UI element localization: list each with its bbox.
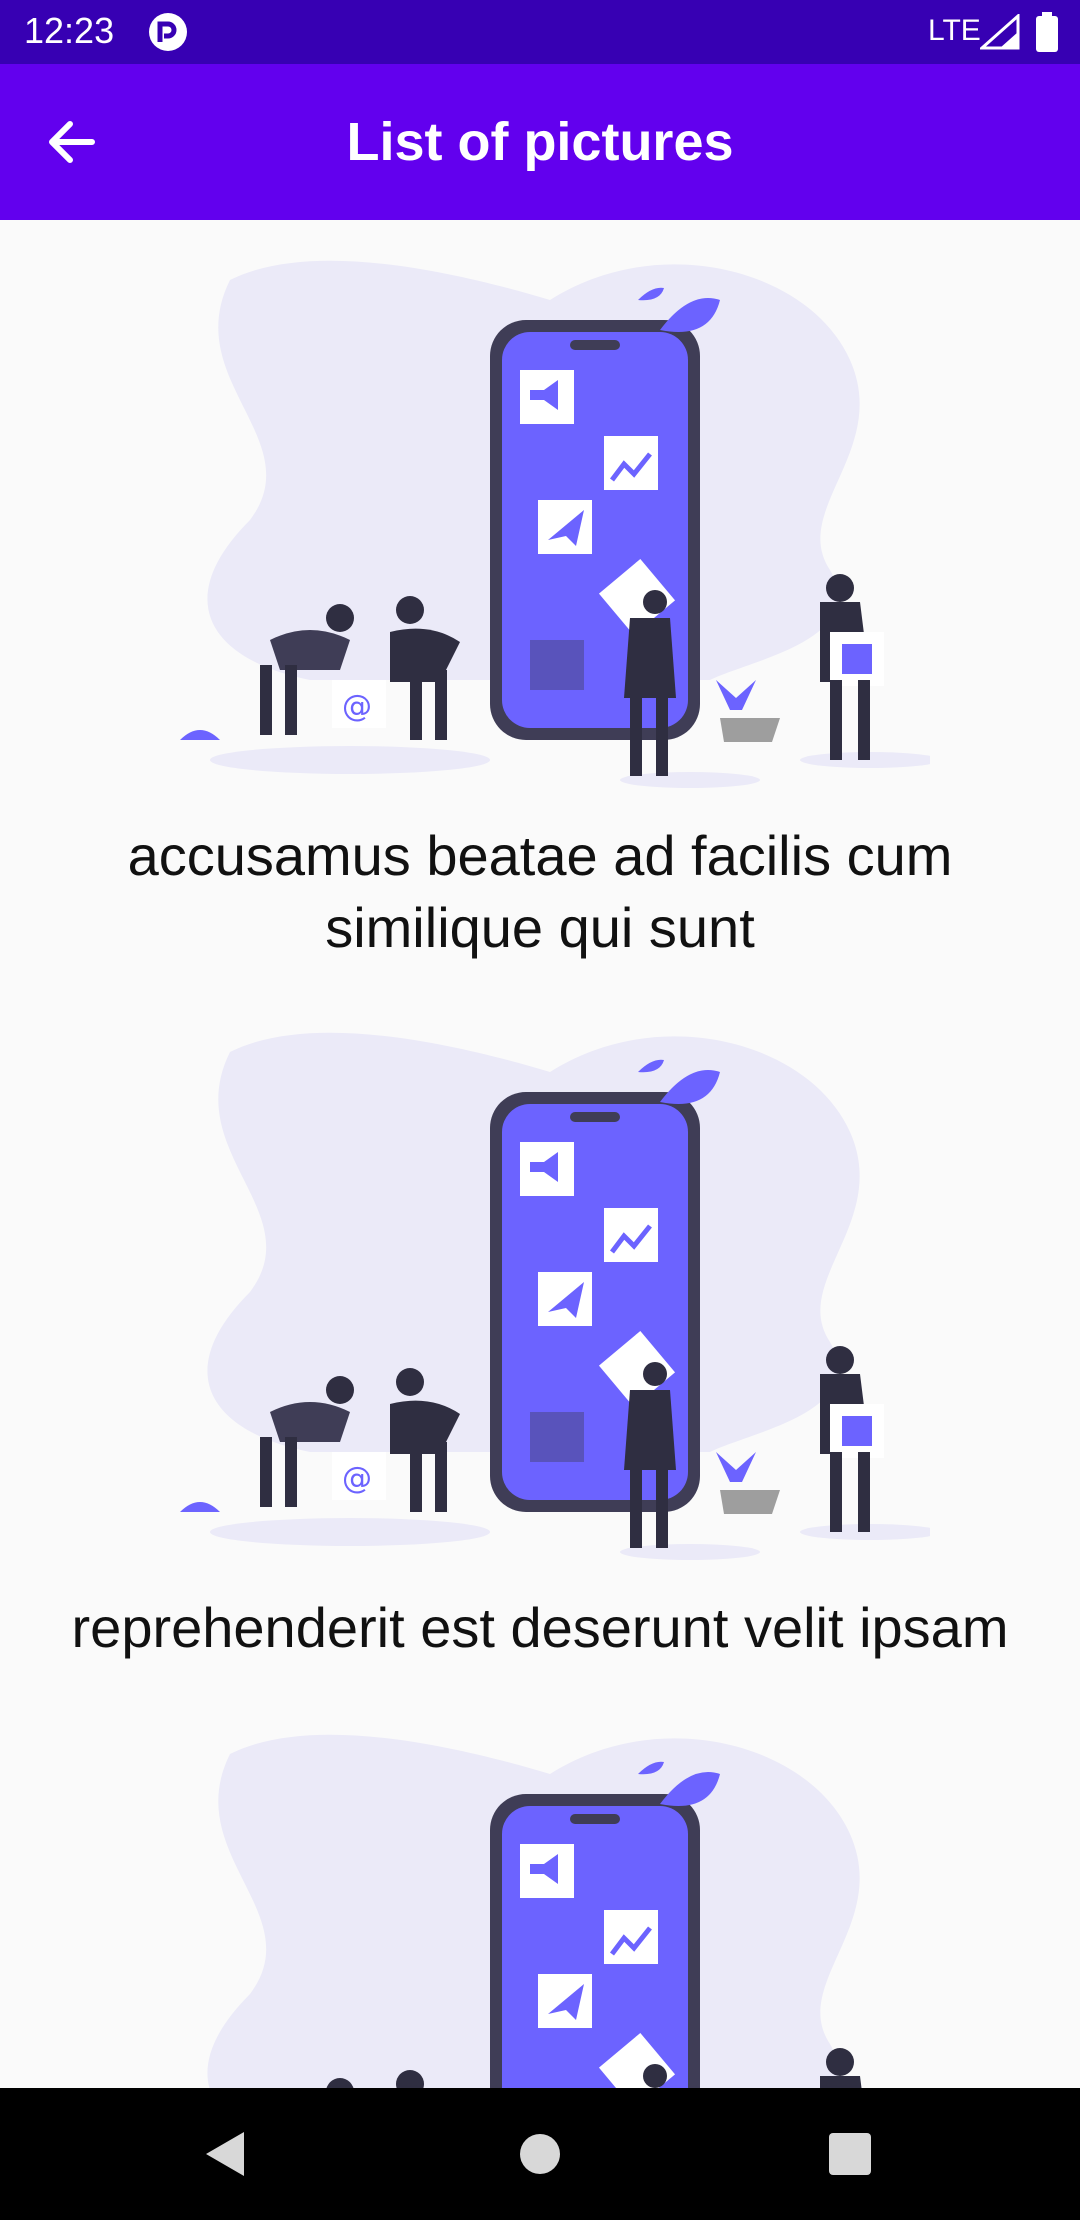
status-time: 12:23 bbox=[24, 10, 115, 51]
app-bar: List of pictures bbox=[0, 64, 1080, 220]
battery-icon bbox=[1036, 12, 1058, 52]
back-triangle-icon[interactable] bbox=[196, 2124, 256, 2184]
navigation-bar bbox=[0, 2088, 1080, 2220]
recents-square-icon[interactable] bbox=[820, 2124, 880, 2184]
picture-caption: accusamus beatae ad facilis cum similiqu… bbox=[127, 824, 953, 959]
list-item[interactable]: accusamus beatae ad facilis cum similiqu… bbox=[0, 220, 1080, 1000]
list-item[interactable] bbox=[0, 1694, 1080, 2088]
page-title: List of pictures bbox=[346, 112, 734, 172]
picture-caption: reprehenderit est deserunt velit ipsam bbox=[71, 1596, 1009, 1659]
app-notification-icon bbox=[149, 13, 187, 51]
status-bar: 12:23 LTE bbox=[0, 0, 1080, 64]
network-label: LTE bbox=[928, 14, 981, 47]
signal-icon bbox=[980, 14, 1020, 50]
list-item[interactable]: reprehenderit est deserunt velit ipsam bbox=[0, 992, 1080, 1692]
home-circle-icon[interactable] bbox=[510, 2124, 570, 2184]
illustration-image bbox=[150, 240, 930, 800]
illustration-image bbox=[150, 1714, 930, 2088]
illustration-image bbox=[150, 1012, 930, 1572]
pictures-list[interactable]: accusamus beatae ad facilis cum similiqu… bbox=[0, 220, 1080, 2088]
